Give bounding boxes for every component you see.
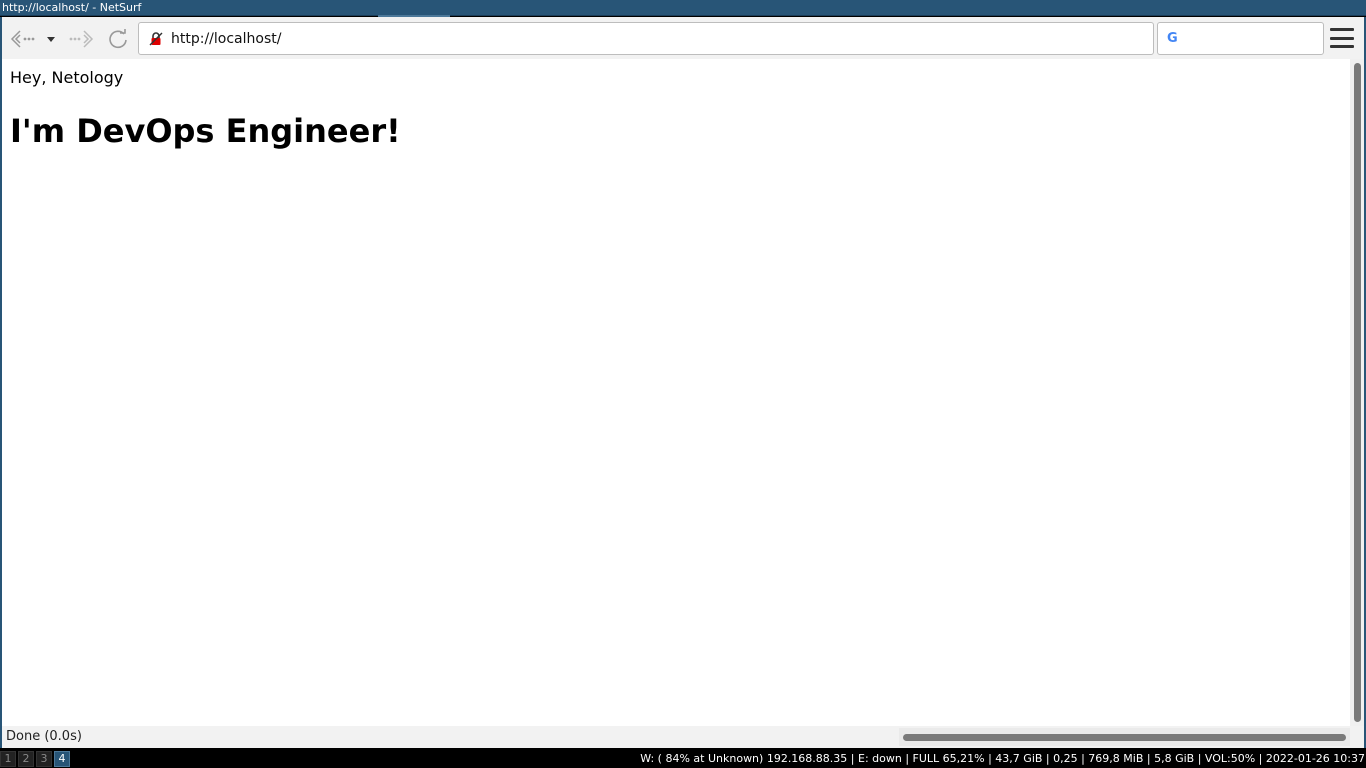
- system-status: W: ( 84% at Unknown) 192.168.88.35 | E: …: [640, 752, 1365, 765]
- hamburger-menu-icon-line: [1330, 45, 1354, 48]
- workspace-button-active[interactable]: 4: [54, 751, 70, 767]
- window-title: http://localhost/ - NetSurf: [2, 1, 142, 14]
- workspace-button[interactable]: 1: [0, 751, 16, 767]
- taskbar: 1 2 3 4 W: ( 84% at Unknown) 192.168.88.…: [0, 750, 1366, 768]
- hamburger-menu-icon-line: [1330, 28, 1354, 31]
- insecure-lock-icon: [149, 31, 163, 45]
- workspace-button[interactable]: 2: [18, 751, 34, 767]
- window-titlebar: http://localhost/ - NetSurf: [0, 0, 1366, 17]
- back-button[interactable]: [10, 26, 36, 52]
- search-bar[interactable]: G: [1157, 22, 1324, 55]
- menu-button[interactable]: [1329, 26, 1355, 50]
- horizontal-scrollbar[interactable]: [899, 728, 1350, 746]
- search-input[interactable]: [1183, 31, 1314, 46]
- google-search-icon: G: [1167, 31, 1178, 46]
- greeting-text: Hey, Netology: [10, 68, 124, 87]
- url-bar[interactable]: [138, 22, 1154, 55]
- vertical-scrollbar[interactable]: [1350, 59, 1364, 726]
- reload-button[interactable]: [105, 26, 131, 52]
- workspace-button[interactable]: 3: [36, 751, 52, 767]
- browser-window: G Hey, Netology I'm DevOps Engineer! Don…: [0, 17, 1366, 748]
- status-row: Done (0.0s): [2, 726, 1364, 748]
- forward-arrow-icon: [69, 30, 94, 48]
- url-input[interactable]: [171, 28, 1131, 49]
- vertical-scroll-thumb[interactable]: [1354, 63, 1361, 722]
- status-text: Done (0.0s): [6, 729, 82, 744]
- history-dropdown-button[interactable]: [44, 26, 58, 52]
- dropdown-arrow-icon: [47, 37, 55, 42]
- forward-button[interactable]: [68, 26, 94, 52]
- browser-toolbar: G: [2, 17, 1364, 59]
- page-heading: I'm DevOps Engineer!: [10, 112, 401, 150]
- horizontal-scroll-thumb[interactable]: [903, 734, 1346, 741]
- hamburger-menu-icon-line: [1330, 36, 1354, 40]
- back-arrow-icon: [10, 30, 35, 48]
- page-content: Hey, Netology I'm DevOps Engineer!: [2, 59, 1350, 726]
- reload-icon: [109, 29, 127, 49]
